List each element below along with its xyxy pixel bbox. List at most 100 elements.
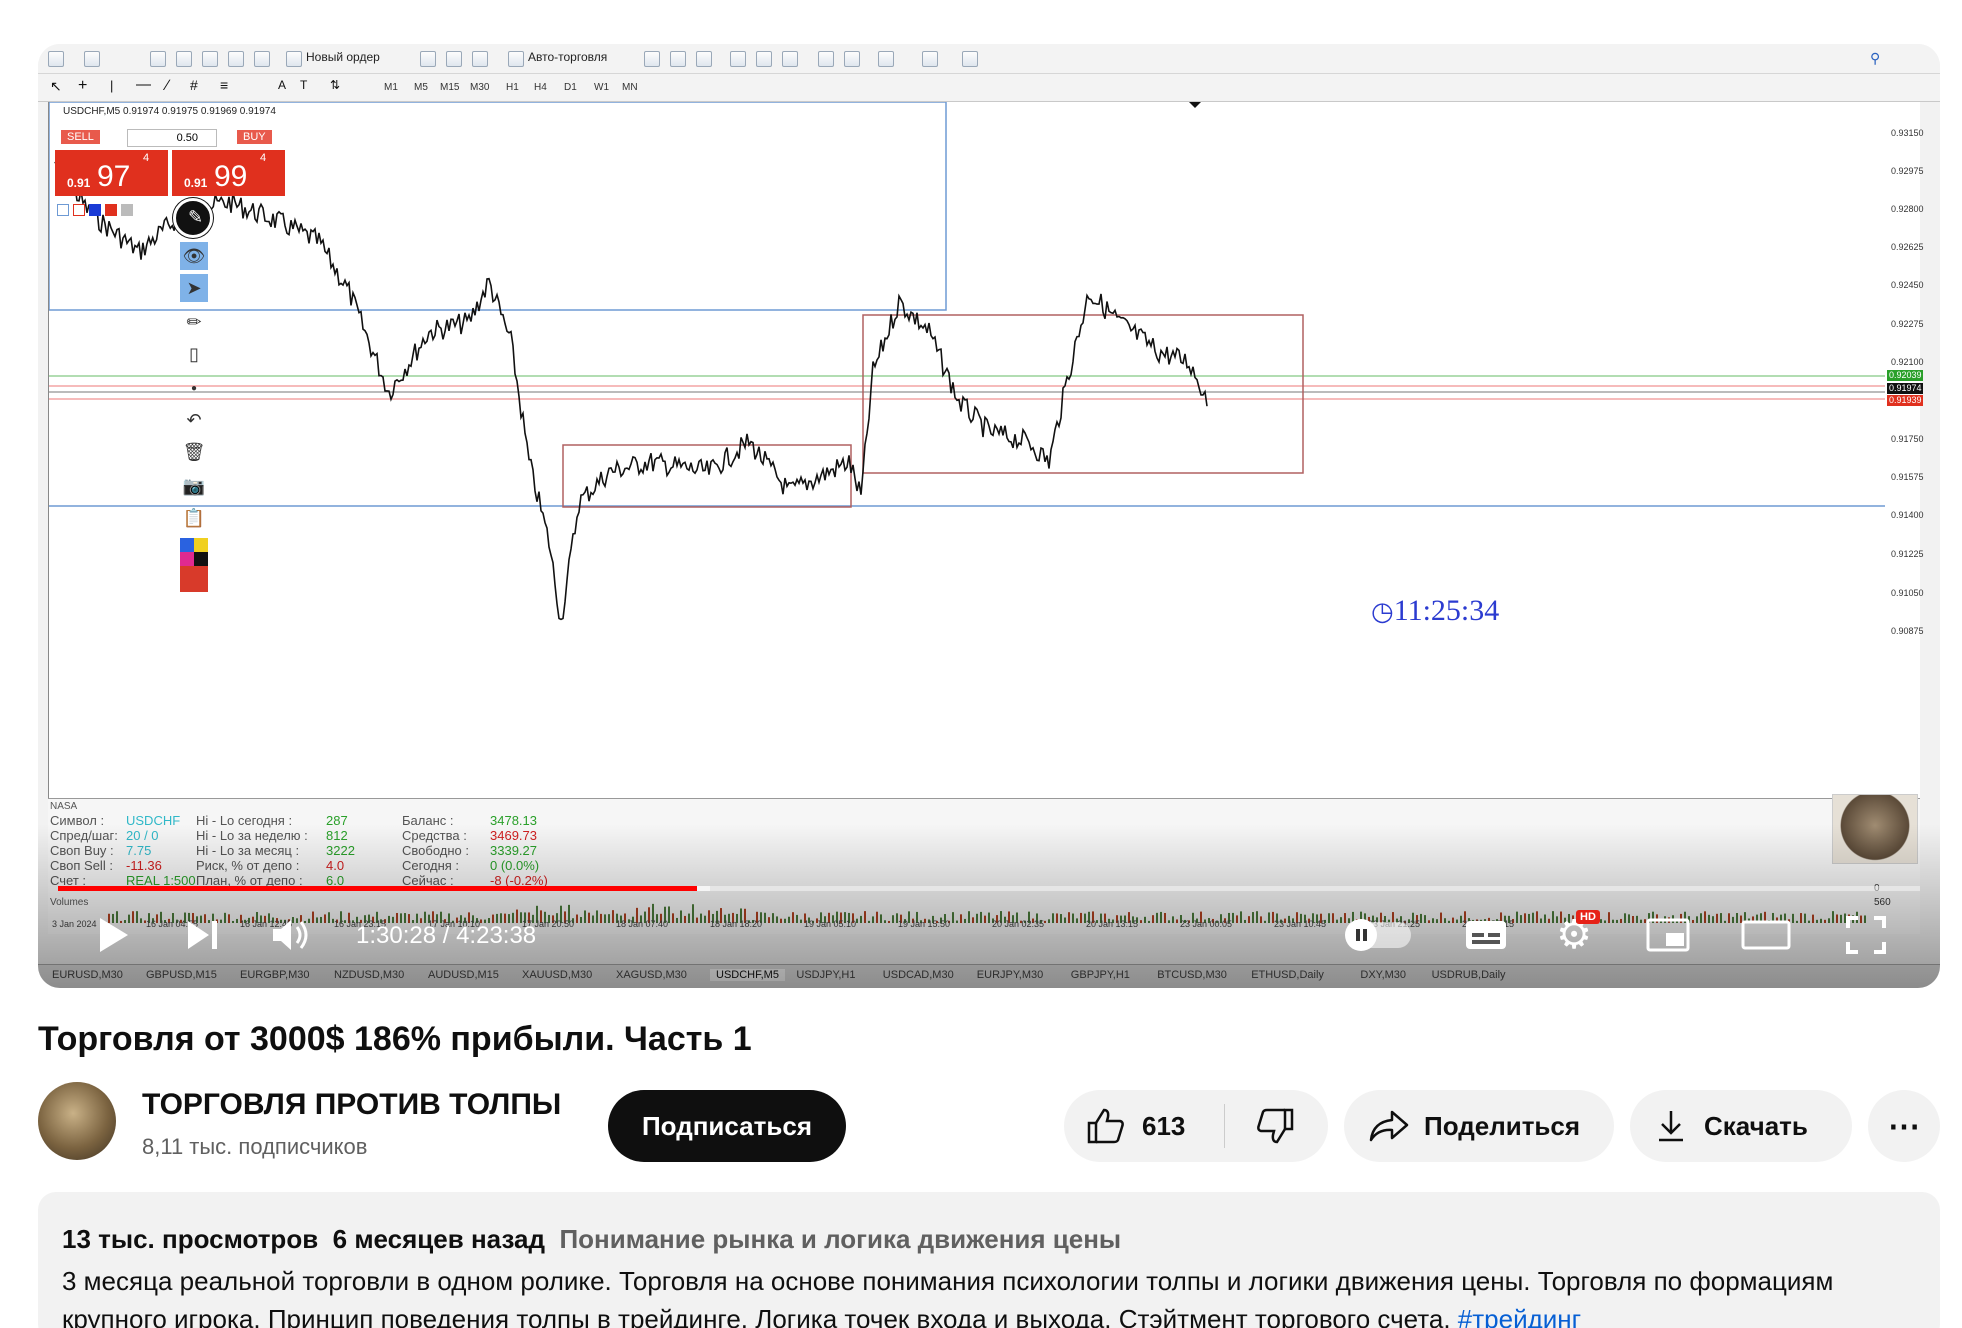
- hashtag-link[interactable]: #трейдинг: [1458, 1304, 1581, 1328]
- cursor-icon[interactable]: ↖: [50, 78, 62, 95]
- clipboard-icon[interactable]: 📋: [180, 504, 208, 532]
- miniplayer-button[interactable]: [1640, 910, 1696, 960]
- description-box[interactable]: 13 тыс. просмотров 6 месяцев назад Поним…: [38, 1192, 1940, 1328]
- symbol-tab[interactable]: USDRUB,Daily: [1432, 969, 1506, 981]
- mute-button[interactable]: [266, 910, 320, 960]
- share-button[interactable]: Поделиться: [1344, 1090, 1614, 1162]
- trash-icon[interactable]: 🗑: [180, 438, 208, 466]
- timeframe-m1[interactable]: M1: [384, 82, 398, 93]
- crosshair-icon[interactable]: +: [78, 77, 87, 95]
- zoom-in-icon[interactable]: [730, 51, 746, 67]
- swatch-red-outline[interactable]: [73, 204, 85, 216]
- new-order-button[interactable]: Новый ордер: [306, 50, 380, 68]
- symbol-tab[interactable]: AUDUSD,M15: [428, 969, 499, 981]
- symbol-tab[interactable]: USDJPY,H1: [796, 969, 855, 981]
- trendline-icon[interactable]: ∕: [166, 77, 169, 94]
- templates-icon[interactable]: [962, 51, 978, 67]
- eye-icon[interactable]: 👁: [180, 242, 208, 270]
- timeframe-h1[interactable]: H1: [506, 82, 519, 93]
- symbol-tab[interactable]: EURUSD,M30: [52, 969, 123, 981]
- symbol-tab[interactable]: XAGUSD,M30: [616, 969, 687, 981]
- video-player[interactable]: Новый ордер Авто-торговля ⚲ ↖ + | — ∕ # …: [38, 44, 1940, 988]
- indicators-icon[interactable]: [878, 51, 894, 67]
- dislike-button[interactable]: [1225, 1090, 1325, 1162]
- symbol-tab[interactable]: EURJPY,M30: [977, 969, 1043, 981]
- timeframe-d1[interactable]: D1: [564, 82, 577, 93]
- arrows-icon[interactable]: ⇅: [330, 78, 340, 92]
- range-box-1[interactable]: [562, 444, 852, 508]
- periods-icon[interactable]: [922, 51, 938, 67]
- like-button[interactable]: 613: [1064, 1090, 1224, 1162]
- fibo-icon[interactable]: ≡: [220, 77, 228, 93]
- timeframe-h4[interactable]: H4: [534, 82, 547, 93]
- swatch-red[interactable]: [105, 204, 117, 216]
- symbol-tab[interactable]: BTCUSD,M30: [1157, 969, 1227, 981]
- symbol-tab[interactable]: GBPUSD,M15: [146, 969, 217, 981]
- channel-watermark[interactable]: [1832, 794, 1918, 864]
- symbol-tab[interactable]: XAUUSD,M30: [522, 969, 592, 981]
- subtitles-button[interactable]: [1456, 910, 1516, 960]
- pointer-icon[interactable]: ➤: [180, 274, 208, 302]
- eraser-icon[interactable]: ▯: [180, 340, 208, 368]
- channel-name[interactable]: ТОРГОВЛЯ ПРОТИВ ТОЛПЫ: [142, 1088, 561, 1122]
- marker-icon[interactable]: ✏: [180, 308, 208, 336]
- symbol-tab[interactable]: EURGBP,M30: [240, 969, 310, 981]
- sell-button[interactable]: 0.91 97 4: [55, 150, 168, 196]
- buy-button[interactable]: 0.91 99 4: [172, 150, 285, 196]
- sell-label[interactable]: SELL: [61, 130, 100, 144]
- timeframe-m30[interactable]: M30: [470, 82, 489, 93]
- vertical-line-icon[interactable]: |: [110, 78, 113, 93]
- buy-label[interactable]: BUY: [237, 130, 272, 144]
- candle-chart-icon[interactable]: [670, 51, 686, 67]
- pen-tool-icon[interactable]: ✎: [173, 198, 213, 238]
- lot-size-input[interactable]: [127, 129, 217, 147]
- symbol-tab[interactable]: NZDUSD,M30: [334, 969, 404, 981]
- price-tick: 0.91400: [1891, 510, 1924, 520]
- swatch-blue[interactable]: [89, 204, 101, 216]
- settings-button[interactable]: ⚙ HD: [1546, 910, 1602, 960]
- next-button[interactable]: [178, 910, 228, 960]
- stats-k1-row-2: Своп Buy :: [50, 843, 114, 858]
- video-category-link[interactable]: Понимание рынка и логика движения цены: [559, 1224, 1121, 1254]
- price-chart[interactable]: USDCHF,M5 0.91974 0.91975 0.91969 0.9197…: [48, 102, 1924, 798]
- dot-size-icon[interactable]: ●: [180, 374, 208, 402]
- more-actions-button[interactable]: ⋯: [1868, 1090, 1940, 1162]
- timeframe-mn[interactable]: MN: [622, 82, 638, 93]
- line-chart-icon[interactable]: [696, 51, 712, 67]
- symbol-tab[interactable]: GBPJPY,H1: [1071, 969, 1130, 981]
- bar-chart-icon[interactable]: [644, 51, 660, 67]
- chart-shift-icon[interactable]: [844, 51, 860, 67]
- symbol-tab[interactable]: USDCHF,M5: [710, 969, 785, 981]
- swatch-gray[interactable]: [121, 204, 133, 216]
- symbol-tab[interactable]: ETHUSD,Daily: [1251, 969, 1324, 981]
- progress-bar[interactable]: [58, 886, 1920, 891]
- timeframe-m15[interactable]: M15: [440, 82, 459, 93]
- label-icon[interactable]: T: [300, 78, 307, 92]
- tile-windows-icon[interactable]: [782, 51, 798, 67]
- autoplay-toggle[interactable]: [1340, 910, 1418, 960]
- swatch-blue-outline[interactable]: [57, 204, 69, 216]
- zoom-out-icon[interactable]: [756, 51, 772, 67]
- channel-icon[interactable]: #: [190, 77, 198, 93]
- symbol-tab[interactable]: USDCAD,M30: [883, 969, 954, 981]
- download-button[interactable]: Скачать: [1630, 1090, 1852, 1162]
- subscribe-button[interactable]: Подписаться: [608, 1090, 846, 1162]
- camera-icon[interactable]: 📷: [180, 472, 208, 500]
- theater-mode-button[interactable]: [1736, 910, 1796, 960]
- autoscroll-icon[interactable]: [818, 51, 834, 67]
- symbol-tab[interactable]: DXY,M30: [1360, 969, 1406, 981]
- search-icon[interactable]: ⚲: [1870, 50, 1880, 67]
- price-axis[interactable]: 0.93150 0.92975 0.92800 0.92625 0.92450 …: [1885, 102, 1924, 798]
- timeframe-w1[interactable]: W1: [594, 82, 609, 93]
- undo-icon[interactable]: ↶: [180, 406, 208, 434]
- text-icon[interactable]: A: [278, 78, 286, 92]
- play-button[interactable]: [88, 910, 138, 960]
- channel-avatar[interactable]: [38, 1082, 116, 1160]
- palette-icon[interactable]: [180, 538, 208, 594]
- fullscreen-button[interactable]: [1838, 910, 1894, 960]
- auto-trading-button[interactable]: Авто-торговля: [528, 50, 607, 68]
- horizontal-line-icon[interactable]: —: [136, 76, 151, 93]
- range-box-2[interactable]: [862, 314, 1304, 474]
- price-chart-canvas[interactable]: [49, 102, 1885, 798]
- timeframe-m5[interactable]: M5: [414, 82, 428, 93]
